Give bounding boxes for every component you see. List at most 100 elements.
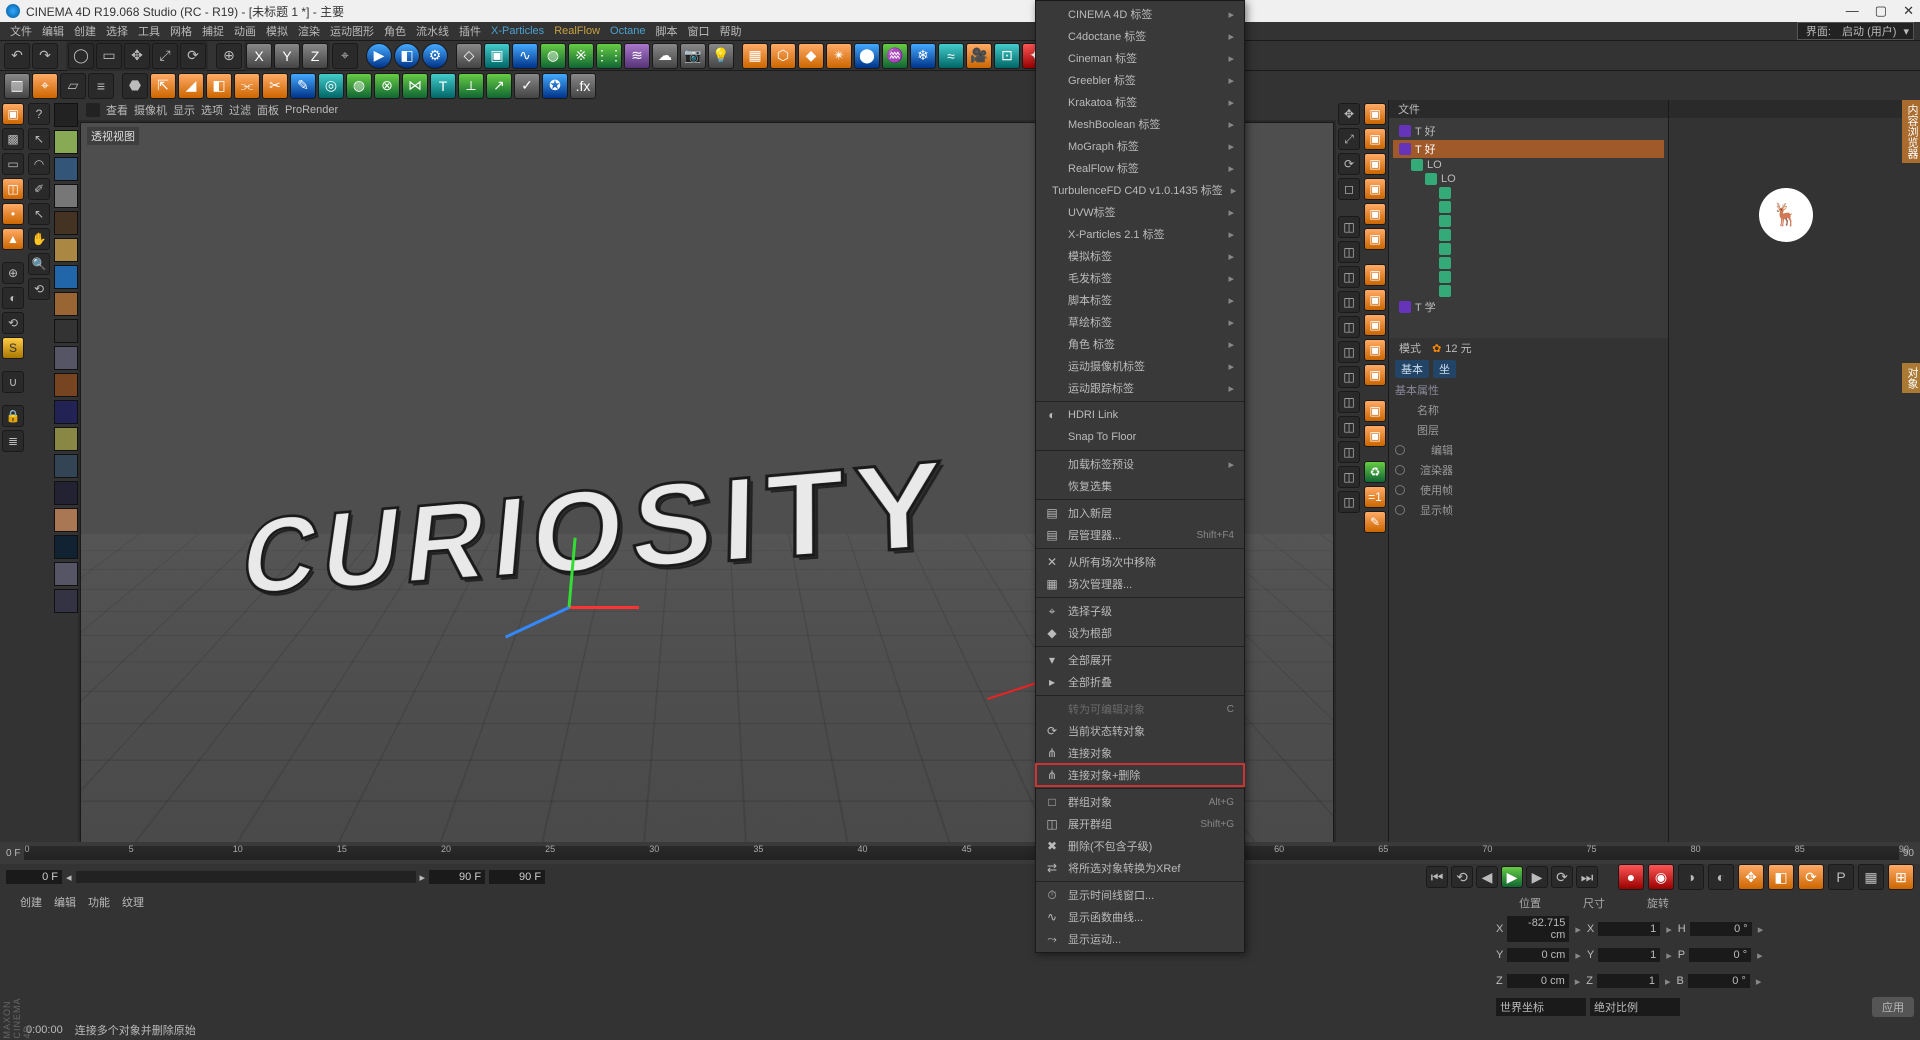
swatch-item[interactable] bbox=[54, 562, 78, 586]
snap-icon[interactable]: ⌖ bbox=[32, 73, 58, 99]
particles-icon[interactable]: ❄ bbox=[910, 43, 936, 69]
weld-icon[interactable]: ⋈ bbox=[402, 73, 428, 99]
goto-start-icon[interactable]: ⏮ bbox=[1426, 866, 1448, 888]
size-x-field[interactable]: 1 bbox=[1598, 922, 1660, 936]
layout-selector[interactable]: 界面: 启动 (用户) ▾ bbox=[1797, 22, 1914, 40]
size-y-field[interactable]: 1 bbox=[1598, 948, 1660, 962]
frame-all-icon[interactable]: ◻ bbox=[1338, 178, 1360, 200]
swatch-item[interactable] bbox=[54, 508, 78, 532]
swatch-item[interactable] bbox=[54, 454, 78, 478]
viewport-tab[interactable]: 摄像机 bbox=[134, 102, 167, 118]
swatch-item[interactable] bbox=[54, 157, 78, 181]
context-menu-item[interactable]: ▤加入新层 bbox=[1036, 502, 1244, 524]
shelf-icon[interactable]: ▣ bbox=[1364, 314, 1386, 336]
texture-mode-icon[interactable]: ▩ bbox=[2, 128, 24, 150]
goto-end-icon[interactable]: ⏭ bbox=[1576, 866, 1598, 888]
polypen-icon[interactable]: ✎ bbox=[290, 73, 316, 99]
simulation-icon[interactable]: ≈ bbox=[938, 43, 964, 69]
redo-icon[interactable]: ↷ bbox=[32, 43, 58, 69]
move-icon[interactable]: ✥ bbox=[124, 43, 150, 69]
swatch-item[interactable] bbox=[54, 130, 78, 154]
menu-item[interactable]: 帮助 bbox=[716, 23, 746, 39]
light-icon[interactable]: 💡 bbox=[708, 43, 734, 69]
tweak-icon[interactable]: ⟲ bbox=[2, 312, 24, 334]
shelf-icon[interactable]: ▣ bbox=[1364, 178, 1386, 200]
context-menu-item[interactable]: MoGraph 标签▸ bbox=[1036, 135, 1244, 157]
toggle-icon[interactable]: ⊕ bbox=[216, 43, 242, 69]
context-menu-item[interactable]: UVW标签▸ bbox=[1036, 201, 1244, 223]
point-mode-icon[interactable]: • bbox=[2, 203, 24, 225]
measure-icon[interactable]: ⟂ bbox=[458, 73, 484, 99]
layers-icon[interactable]: ≣ bbox=[2, 430, 24, 452]
swatch-item[interactable] bbox=[54, 292, 78, 316]
poly-mode-icon[interactable]: ▲ bbox=[2, 228, 24, 250]
menu-item[interactable]: X-Particles bbox=[487, 25, 548, 37]
tree-row[interactable] bbox=[1393, 242, 1664, 256]
eq-one-icon[interactable]: =1 bbox=[1364, 486, 1386, 508]
rot-b-field[interactable]: 0 ° bbox=[1688, 974, 1750, 988]
menu-item[interactable]: 流水线 bbox=[412, 23, 453, 39]
normals-icon[interactable]: ↗ bbox=[486, 73, 512, 99]
soft-sel-icon[interactable]: ◐ bbox=[2, 287, 24, 309]
paint-sel-icon[interactable]: ✐ bbox=[28, 178, 50, 200]
zoom-icon[interactable]: 🔍 bbox=[28, 253, 50, 275]
view-toggle-icon[interactable]: ◫ bbox=[1338, 316, 1360, 338]
context-menu-item[interactable]: 模拟标签▸ bbox=[1036, 245, 1244, 267]
viewport-menu-icon[interactable] bbox=[86, 103, 100, 117]
fracture-icon[interactable]: ✴ bbox=[826, 43, 852, 69]
swatch-item[interactable] bbox=[54, 346, 78, 370]
context-menu-item[interactable]: 运动摄像机标签▸ bbox=[1036, 355, 1244, 377]
live-select-icon[interactable]: ◯ bbox=[68, 43, 94, 69]
dissolve-icon[interactable]: ⊗ bbox=[374, 73, 400, 99]
shelf-icon[interactable]: ▣ bbox=[1364, 339, 1386, 361]
pan-view-icon[interactable]: ✥ bbox=[1338, 103, 1360, 125]
deformer-icon[interactable]: ≋ bbox=[624, 43, 650, 69]
next-key-icon[interactable]: ⟳ bbox=[1551, 866, 1573, 888]
environment-icon[interactable]: ☁ bbox=[652, 43, 678, 69]
attr-tab[interactable]: 坐 bbox=[1433, 360, 1456, 378]
rot-key-icon[interactable]: ⟳ bbox=[1798, 864, 1824, 890]
timeline-start-field[interactable]: 0 F bbox=[6, 848, 20, 859]
context-menu-item[interactable]: RealFlow 标签▸ bbox=[1036, 157, 1244, 179]
menu-item[interactable]: 脚本 bbox=[652, 23, 682, 39]
rotate-icon[interactable]: ⟳ bbox=[180, 43, 206, 69]
axis-x-icon[interactable]: X bbox=[246, 43, 272, 69]
tree-row[interactable] bbox=[1393, 214, 1664, 228]
context-menu-item[interactable]: ∿显示函数曲线... bbox=[1036, 906, 1244, 928]
context-menu-item[interactable]: ⏱显示时间线窗口... bbox=[1036, 884, 1244, 906]
context-menu-item[interactable]: ◆设为根部 bbox=[1036, 622, 1244, 644]
null-icon[interactable]: ◇ bbox=[456, 43, 482, 69]
shelf-icon[interactable]: ✎ bbox=[1364, 511, 1386, 533]
shelf-icon[interactable]: ▣ bbox=[1364, 153, 1386, 175]
view-toggle-icon[interactable]: ◫ bbox=[1338, 341, 1360, 363]
undo-icon[interactable]: ↶ bbox=[4, 43, 30, 69]
range-slider[interactable] bbox=[76, 871, 416, 883]
swatch-item[interactable] bbox=[54, 211, 78, 235]
context-menu-item[interactable]: CINEMA 4D 标签▸ bbox=[1036, 3, 1244, 25]
knife-icon[interactable]: ✂ bbox=[262, 73, 288, 99]
cloner-icon[interactable]: ◆ bbox=[798, 43, 824, 69]
context-menu-item[interactable]: MeshBoolean 标签▸ bbox=[1036, 113, 1244, 135]
context-menu-item[interactable]: 草绘标签▸ bbox=[1036, 311, 1244, 333]
attr-mode-label[interactable]: 模式 bbox=[1399, 340, 1421, 356]
context-menu-item[interactable]: ⌖选择子级 bbox=[1036, 600, 1244, 622]
pos-z-field[interactable]: 0 cm bbox=[1507, 974, 1569, 988]
context-menu-item[interactable]: X-Particles 2.1 标签▸ bbox=[1036, 223, 1244, 245]
psr-toggle-icon[interactable]: ✥ bbox=[1738, 864, 1764, 890]
context-menu-item[interactable]: Krakatoa 标签▸ bbox=[1036, 91, 1244, 113]
menu-item[interactable]: RealFlow bbox=[550, 25, 604, 37]
array-icon[interactable]: ⋮⋮ bbox=[596, 43, 622, 69]
render-view-icon[interactable]: ▶ bbox=[366, 43, 392, 69]
context-menu-item[interactable]: ⇄将所选对象转换为XRef bbox=[1036, 857, 1244, 879]
lock-icon[interactable]: 🔒 bbox=[2, 405, 24, 427]
tree-row[interactable] bbox=[1393, 186, 1664, 200]
context-menu-item[interactable]: 毛发标签▸ bbox=[1036, 267, 1244, 289]
context-menu-item[interactable]: Snap To Floor bbox=[1036, 426, 1244, 448]
context-menu-item[interactable]: 加载标签预设▸ bbox=[1036, 453, 1244, 475]
autokey-icon[interactable]: ◉ bbox=[1648, 864, 1674, 890]
text-tool-icon[interactable]: T bbox=[430, 73, 456, 99]
swatch-item[interactable] bbox=[54, 184, 78, 208]
view-toggle-icon[interactable]: ◫ bbox=[1338, 216, 1360, 238]
viewport-tab[interactable]: 选项 bbox=[201, 102, 223, 118]
tree-row[interactable] bbox=[1393, 284, 1664, 298]
